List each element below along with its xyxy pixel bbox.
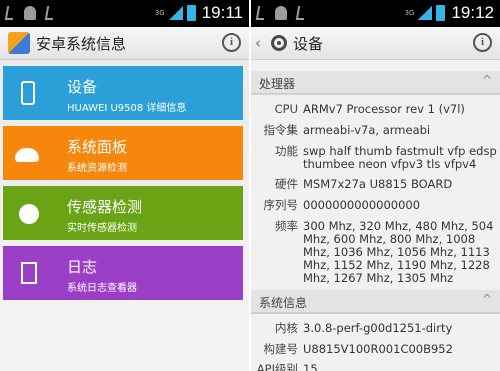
row-label: 构建号 xyxy=(263,342,299,356)
card-subtitle: 系统资源检测 xyxy=(67,163,127,174)
row-value: 0000000000000000 xyxy=(303,198,421,212)
android-icon xyxy=(275,6,287,20)
usb-debug-icon xyxy=(44,6,56,20)
app-icon xyxy=(8,32,30,54)
row-value: 300 Mhz, 320 Mhz, 480 Mhz, 504 Mhz, 600 … xyxy=(303,219,494,285)
signal-icon xyxy=(168,6,183,20)
page-title: 设备 xyxy=(293,35,324,53)
section-system-info[interactable]: 系统信息 ^ xyxy=(251,290,500,314)
signal-icon xyxy=(418,6,433,20)
row-value: swp half thumb fastmult vfp edsp thumbee… xyxy=(303,144,497,171)
system-panel-card[interactable]: 系统面板 系统资源检测 xyxy=(3,126,243,180)
log-icon xyxy=(21,262,37,284)
action-bar: 安卓系统信息 i xyxy=(0,27,249,60)
gear-icon xyxy=(269,33,289,53)
collapse-icon[interactable]: ^ xyxy=(482,73,492,87)
row-label: 内核 xyxy=(275,321,298,335)
cloud-icon xyxy=(15,148,39,162)
row-label: CPU xyxy=(274,102,298,116)
card-title: 传感器检测 xyxy=(67,198,143,216)
row-value: ARMv7 Processor rev 1 (v7l) xyxy=(303,102,465,116)
row-label: 频率 xyxy=(275,219,298,233)
usb-icon xyxy=(255,6,267,20)
sensor-card[interactable]: 传感器检测 实时传感器检测 xyxy=(3,186,243,240)
battery-icon xyxy=(436,5,446,21)
android-icon xyxy=(24,6,36,20)
back-icon[interactable]: ‹ xyxy=(255,34,261,52)
main-screen: 3G 19:11 安卓系统信息 i 设备 HUAWEI U9508 详细信息 系… xyxy=(0,0,249,371)
row-value: 15 xyxy=(303,362,318,371)
action-bar: ‹ 设备 i xyxy=(251,27,500,60)
status-time: 19:11 xyxy=(201,3,243,22)
network-type: 3G xyxy=(154,9,165,17)
card-subtitle: 系统日志查看器 xyxy=(67,283,137,294)
row-value: MSM7x27a U8815 BOARD xyxy=(303,177,453,191)
section-title: 系统信息 xyxy=(259,296,308,310)
row-value: armeabi-v7a, armeabi xyxy=(303,123,431,137)
device-detail-screen: 3G 19:12 ‹ 设备 i 处理器 ^ CPU ARMv7 Processo… xyxy=(251,0,500,371)
row-value: 3.0.8-perf-g00d1251-dirty xyxy=(303,321,453,335)
status-bar: 3G 19:11 xyxy=(0,0,249,27)
section-processor[interactable]: 处理器 ^ xyxy=(251,71,500,95)
row-label: 功能 xyxy=(275,144,298,158)
usb-debug-icon xyxy=(295,6,307,20)
info-icon[interactable]: i xyxy=(473,33,492,52)
network-type: 3G xyxy=(404,9,415,17)
collapse-icon[interactable]: ^ xyxy=(482,292,492,306)
phone-icon xyxy=(21,81,35,105)
battery-icon xyxy=(186,5,196,21)
card-subtitle: HUAWEI U9508 详细信息 xyxy=(67,103,187,114)
card-title: 日志 xyxy=(67,258,98,276)
status-bar: 3G 19:12 xyxy=(251,0,500,27)
usb-icon xyxy=(4,6,16,20)
device-card[interactable]: 设备 HUAWEI U9508 详细信息 xyxy=(3,66,243,120)
row-label: 指令集 xyxy=(263,123,299,137)
card-title: 系统面板 xyxy=(67,138,128,156)
log-card[interactable]: 日志 系统日志查看器 xyxy=(3,246,243,300)
row-value: U8815V100R001C00B952 xyxy=(303,342,453,356)
row-label: API级别 xyxy=(256,362,298,371)
status-time: 19:12 xyxy=(451,3,494,22)
section-title: 处理器 xyxy=(259,77,296,91)
sensor-icon xyxy=(19,204,39,224)
row-label: 序列号 xyxy=(263,198,299,212)
row-label: 硬件 xyxy=(275,177,298,191)
card-subtitle: 实时传感器检测 xyxy=(67,223,137,234)
card-title: 设备 xyxy=(67,78,98,96)
app-title: 安卓系统信息 xyxy=(36,35,127,53)
info-icon[interactable]: i xyxy=(222,33,241,52)
